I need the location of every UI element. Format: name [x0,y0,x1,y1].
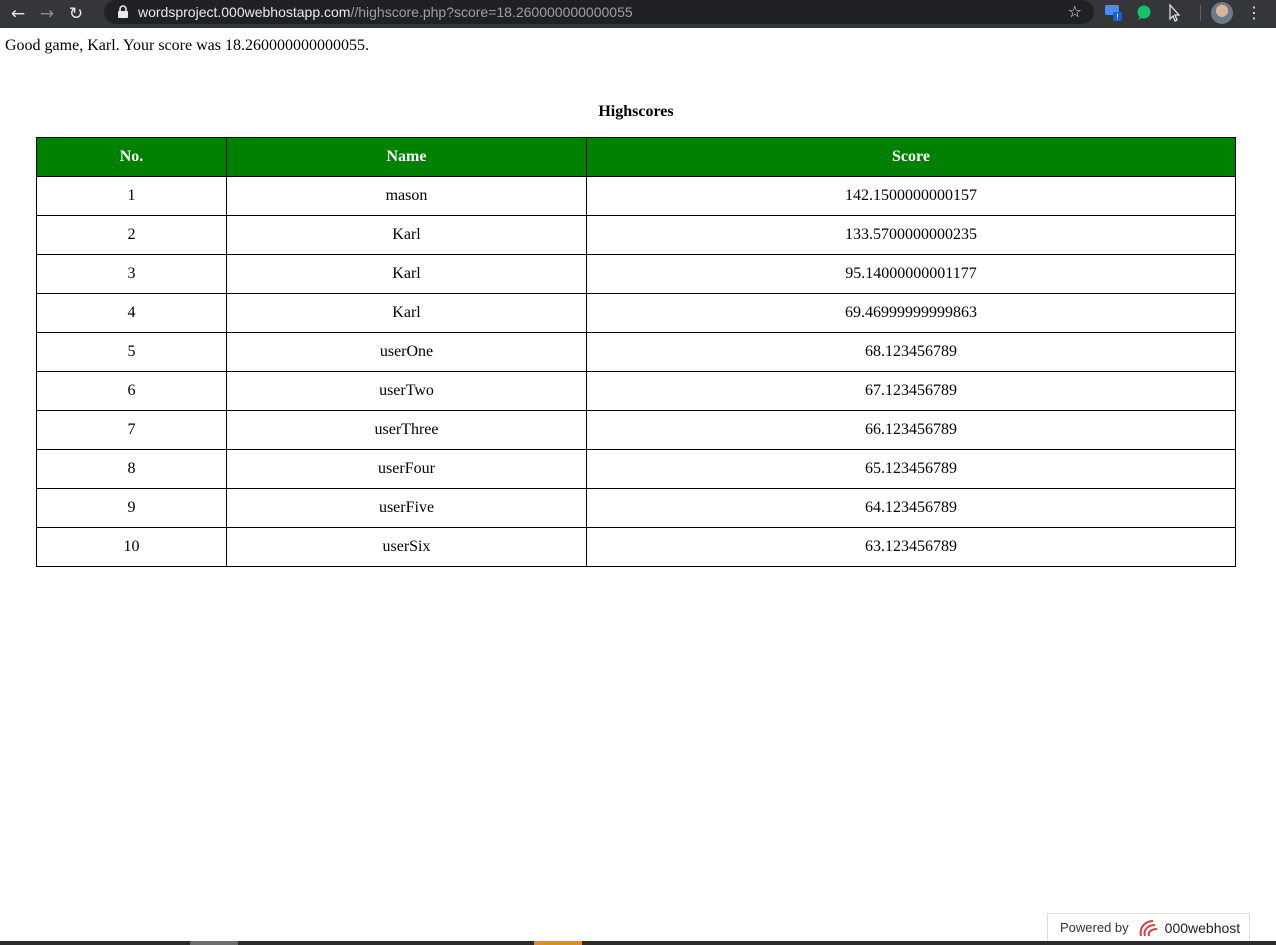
rank-cell: 2 [36,215,227,255]
table-row: 4 Karl 69.46999999999863 [36,293,1236,333]
grammarly-icon[interactable] [1134,3,1154,23]
score-cell: 133.5700000000235 [586,215,1236,255]
name-cell: userFour [226,449,587,489]
name-cell: Karl [226,293,587,333]
table-row: 6 userTwo 67.123456789 [36,371,1236,411]
000webhost-logo-icon [1139,919,1157,936]
name-cell: Karl [226,215,587,255]
column-header-rank: No. [36,137,227,177]
score-cell: 64.123456789 [586,488,1236,528]
score-cell: 68.123456789 [586,332,1236,372]
forward-arrow-icon[interactable]: → [36,3,58,25]
address-bar[interactable]: wordsproject.000webhostapp.com//highscor… [104,0,1094,24]
taskbar-item[interactable] [534,941,582,945]
cursor-icon [1164,3,1184,23]
table-row: 3 Karl 95.14000000001177 [36,254,1236,294]
star-icon[interactable]: ☆ [1068,2,1082,21]
highscores-table: No. Name Score 1 mason 142.1500000000157… [36,137,1236,567]
highscores-caption: Highscores [598,103,674,120]
rank-cell: 10 [36,527,227,567]
column-header-score: Score [586,137,1236,177]
back-arrow-icon[interactable]: ← [7,3,29,25]
table-row: 9 userFive 64.123456789 [36,488,1236,528]
rank-cell: 8 [36,449,227,489]
score-message: Good game, Karl. Your score was 18.26000… [5,37,369,54]
score-cell: 65.123456789 [586,449,1236,489]
rank-cell: 1 [36,176,227,216]
table-row: 2 Karl 133.5700000000235 [36,215,1236,255]
browser-toolbar: ← → ↻ wordsproject.000webhostapp.com//hi… [0,0,1276,28]
name-cell: userThree [226,410,587,450]
name-cell: userSix [226,527,587,567]
powered-by-label: Powered by [1060,920,1129,935]
table-row: 10 userSix 63.123456789 [36,527,1236,567]
rank-cell: 5 [36,332,227,372]
taskbar-item[interactable] [190,941,238,945]
name-cell: userOne [226,332,587,372]
rank-cell: 9 [36,488,227,528]
extension-badge: ! [1116,13,1119,22]
kebab-menu-icon[interactable]: ⋮ [1246,2,1262,24]
table-header-row: No. Name Score [36,137,1236,177]
score-cell: 66.123456789 [586,410,1236,450]
name-cell: Karl [226,254,587,294]
powered-by-badge[interactable]: Powered by 000webhost [1047,913,1250,941]
name-cell: mason [226,176,587,216]
rank-cell: 4 [36,293,227,333]
rank-cell: 7 [36,410,227,450]
name-cell: userFive [226,488,587,528]
table-row: 5 userOne 68.123456789 [36,332,1236,372]
score-cell: 142.1500000000157 [586,176,1236,216]
extension-icon[interactable]: ! [1104,3,1124,23]
score-cell: 63.123456789 [586,527,1236,567]
table-row: 1 mason 142.1500000000157 [36,176,1236,216]
name-cell: userTwo [226,371,587,411]
table-row: 7 userThree 66.123456789 [36,410,1236,450]
rank-cell: 3 [36,254,227,294]
score-cell: 95.14000000001177 [586,254,1236,294]
url-text: wordsproject.000webhostapp.com//highscor… [138,4,633,20]
reload-icon[interactable]: ↻ [65,3,87,25]
score-cell: 69.46999999999863 [586,293,1236,333]
url-host: wordsproject.000webhostapp.com [138,4,351,20]
lock-icon [118,5,128,18]
brand-name: 000webhost [1164,919,1241,936]
profile-avatar[interactable] [1211,2,1233,24]
column-header-name: Name [226,137,587,177]
url-path: //highscore.php?score=18.260000000000055 [350,4,633,20]
table-row: 8 userFour 65.123456789 [36,449,1236,489]
toolbar-divider [1200,5,1201,21]
rank-cell: 6 [36,371,227,411]
score-cell: 67.123456789 [586,371,1236,411]
